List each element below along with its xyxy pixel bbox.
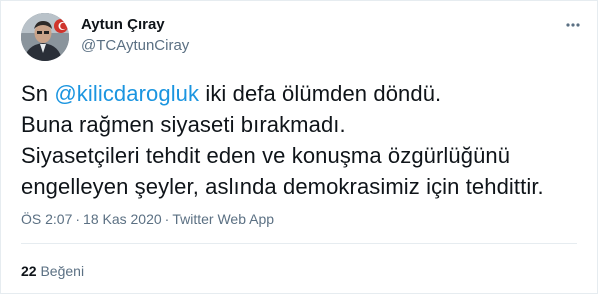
- tweet-text: Sn @kilicdarogluk iki defa ölümden döndü…: [21, 78, 581, 202]
- tweet-line-2: Buna rağmen siyaseti bırakmadı.: [21, 112, 346, 137]
- tweet-time[interactable]: ÖS 2:07: [21, 211, 72, 227]
- divider: [21, 243, 577, 244]
- likes-label: Beğeni: [40, 263, 85, 279]
- mention-link[interactable]: @kilicdarogluk: [54, 81, 199, 106]
- tweet-meta: ÖS 2:07 · 18 Kas 2020 · Twitter Web App: [21, 209, 274, 229]
- tweet-line-1: Sn @kilicdarogluk iki defa ölümden döndü…: [21, 78, 581, 109]
- tweet-card: Aytun Çıray @TCAytunCiray Sn @kilicdarog…: [0, 0, 598, 294]
- avatar-photo: [21, 13, 69, 61]
- author-display-name[interactable]: Aytun Çıray: [81, 15, 189, 35]
- author-handle[interactable]: @TCAytunCiray: [81, 36, 189, 56]
- tweet-line-3: Siyasetçileri tehdit eden ve konuşma özg…: [21, 143, 511, 168]
- more-options-button[interactable]: [563, 15, 583, 35]
- meta-separator-2: ·: [164, 211, 170, 227]
- author-info[interactable]: Aytun Çıray @TCAytunCiray: [81, 15, 189, 56]
- more-options-icon: [566, 23, 580, 27]
- tweet-source[interactable]: Twitter Web App: [172, 211, 274, 227]
- likes-count: 22: [21, 263, 37, 279]
- tweet-line-1-prefix: Sn: [21, 81, 55, 106]
- likes-stat[interactable]: 22 Beğeni: [21, 261, 84, 281]
- tweet-date[interactable]: 18 Kas 2020: [83, 211, 162, 227]
- avatar[interactable]: [21, 13, 69, 61]
- tweet-line-1-suffix: iki defa ölümden döndü.: [199, 81, 442, 106]
- tweet-line-4: engelleyen şeyler, aslında demokrasimiz …: [21, 174, 544, 199]
- meta-separator-1: ·: [75, 211, 81, 227]
